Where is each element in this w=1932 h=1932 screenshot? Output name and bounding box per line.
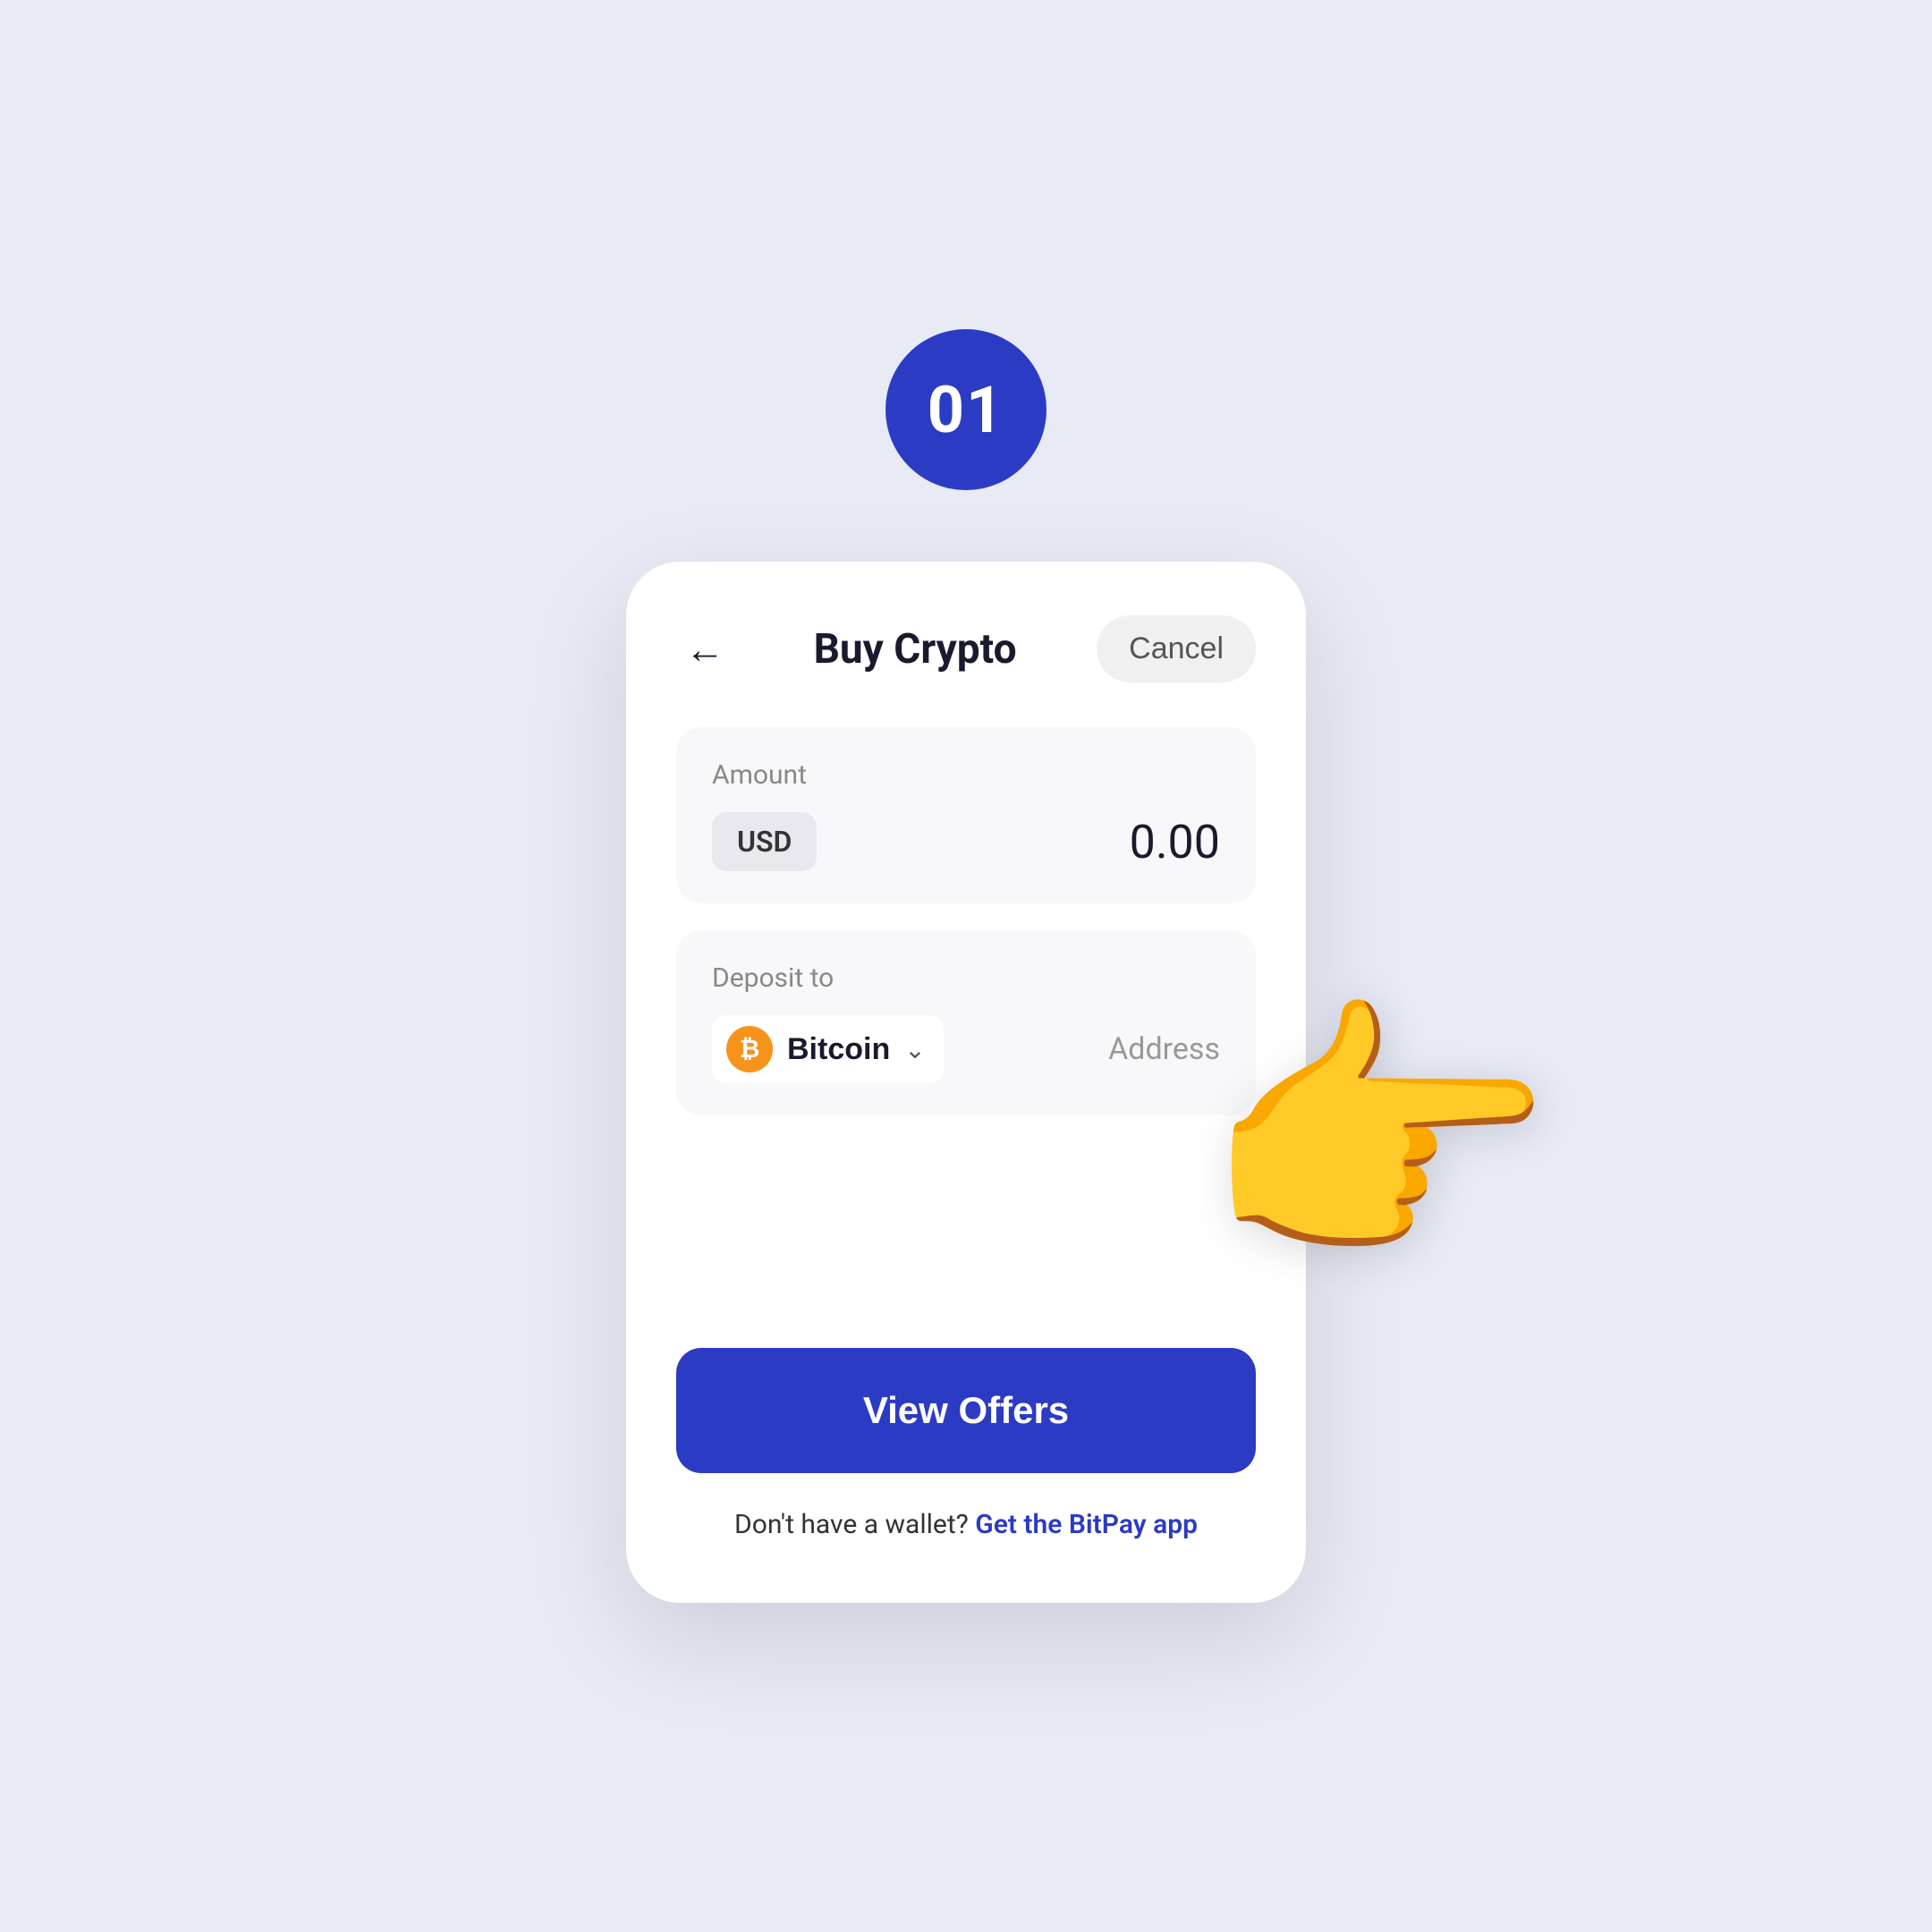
cancel-button[interactable]: Cancel — [1097, 615, 1256, 682]
deposit-row: ₿ Bitcoin ⌄ Address — [712, 1015, 1220, 1083]
phone-wrapper: ← Buy Crypto Cancel Amount USD 0.00 Depo… — [626, 562, 1306, 1603]
content-spacer — [676, 1169, 1256, 1348]
currency-badge[interactable]: USD — [712, 812, 817, 871]
amount-section: Amount USD 0.00 — [676, 727, 1256, 903]
chevron-down-icon: ⌄ — [904, 1035, 925, 1064]
amount-label: Amount — [712, 759, 1220, 791]
amount-value[interactable]: 0.00 — [1130, 815, 1220, 869]
deposit-label: Deposit to — [712, 962, 1220, 994]
phone-header: ← Buy Crypto Cancel — [676, 615, 1256, 682]
wallet-text-static: Don't have a wallet? — [734, 1509, 969, 1540]
step-number: 01 — [928, 372, 1005, 448]
address-label[interactable]: Address — [1108, 1031, 1220, 1067]
crypto-selector[interactable]: ₿ Bitcoin ⌄ — [712, 1015, 944, 1083]
crypto-name: Bitcoin — [787, 1032, 890, 1067]
wallet-footer: Don't have a wallet? Get the BitPay app — [676, 1509, 1256, 1540]
page-title: Buy Crypto — [814, 625, 1017, 674]
bitcoin-icon: ₿ — [726, 1026, 773, 1072]
get-bitpay-link[interactable]: Get the BitPay app — [975, 1509, 1198, 1540]
deposit-section: Deposit to ₿ Bitcoin ⌄ Address — [676, 930, 1256, 1115]
step-badge: 01 — [886, 329, 1046, 490]
back-arrow-icon: ← — [685, 626, 724, 673]
page-container: 01 ← Buy Crypto Cancel Amount USD 0.00 — [0, 0, 1932, 1932]
phone-card: ← Buy Crypto Cancel Amount USD 0.00 Depo… — [626, 562, 1306, 1603]
amount-row: USD 0.00 — [712, 812, 1220, 871]
back-button[interactable]: ← — [676, 621, 733, 678]
view-offers-button[interactable]: View Offers — [676, 1348, 1256, 1473]
